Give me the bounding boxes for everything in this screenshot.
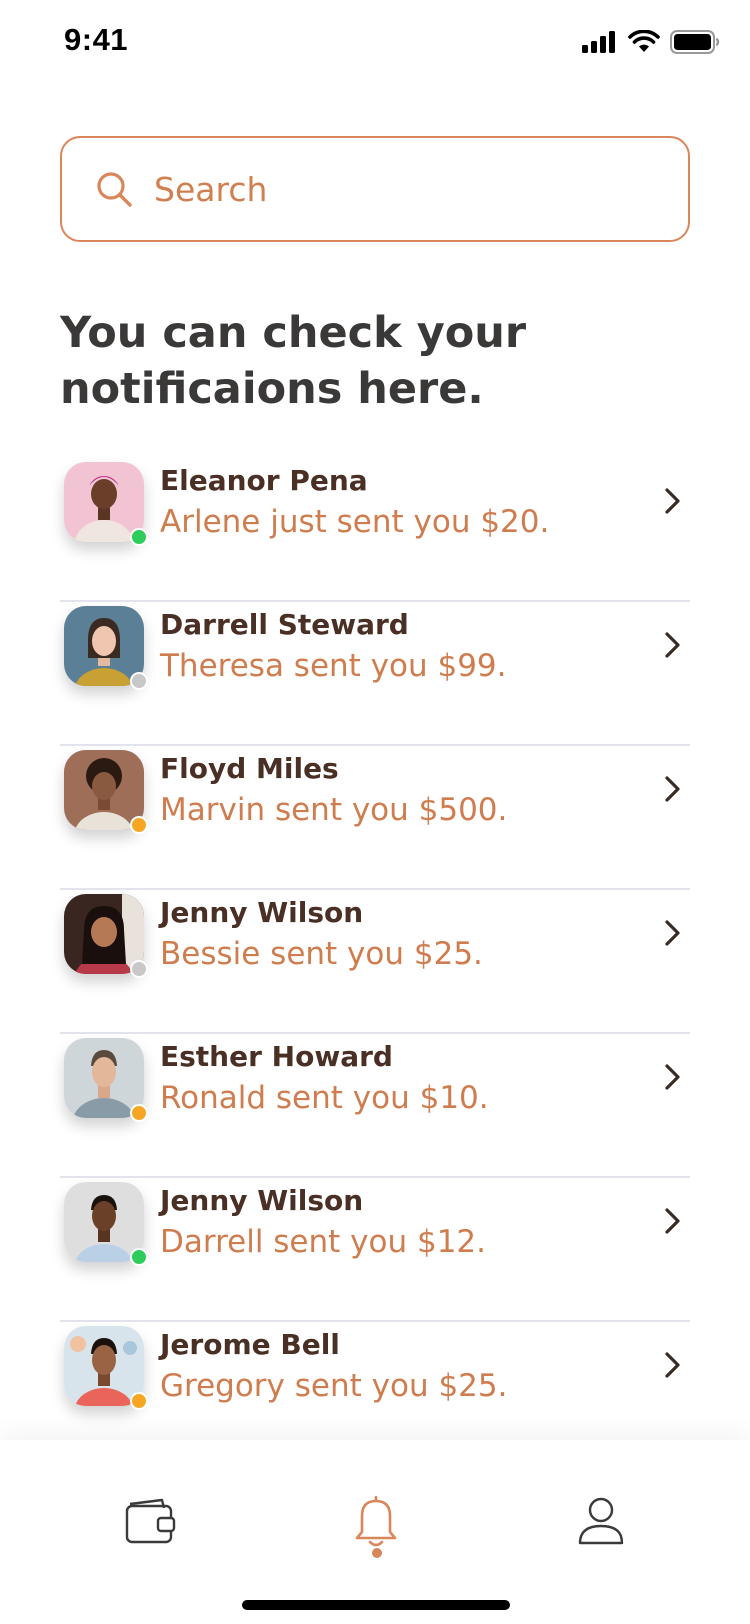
wallet-icon — [125, 1498, 176, 1544]
presence-indicator-offline — [130, 672, 148, 690]
sender-name: Darrell Steward — [160, 608, 409, 641]
avatar — [64, 750, 148, 834]
status-time: 9:41 — [64, 22, 129, 57]
sender-name: Jerome Bell — [160, 1328, 340, 1361]
notifications-screen: 9:41 You c — [0, 0, 750, 1624]
chevron-right-icon — [665, 1352, 680, 1378]
sender-name: Floyd Miles — [160, 752, 339, 785]
notification-message: Arlene just sent you $20. — [160, 504, 550, 540]
cellular-signal-icon — [582, 31, 615, 53]
chevron-right-icon — [665, 1064, 680, 1090]
notification-list: Eleanor Pena Arlene just sent you $20. D… — [60, 458, 690, 1466]
presence-indicator-offline — [130, 960, 148, 978]
chevron-right-icon — [665, 1208, 680, 1234]
chevron-right-icon — [665, 776, 680, 802]
chevron-right-icon — [665, 920, 680, 946]
battery-icon — [670, 30, 720, 54]
notification-message: Darrell sent you $12. — [160, 1224, 486, 1260]
avatar — [64, 606, 148, 690]
avatar — [64, 1182, 148, 1266]
notification-item[interactable]: Jenny Wilson Darrell sent you $12. — [60, 1178, 690, 1322]
avatar — [64, 894, 148, 978]
notification-message: Ronald sent you $10. — [160, 1080, 489, 1116]
tab-profile[interactable] — [566, 1486, 636, 1556]
status-bar: 9:41 — [0, 0, 750, 92]
notification-message: Gregory sent you $25. — [160, 1368, 508, 1404]
bell-icon — [355, 1495, 397, 1547]
presence-indicator-online — [130, 1248, 148, 1266]
presence-indicator-online — [130, 528, 148, 546]
tab-notifications[interactable] — [341, 1486, 411, 1556]
sender-name: Eleanor Pena — [160, 464, 368, 497]
tab-bar — [0, 1440, 750, 1624]
search-icon — [97, 172, 132, 207]
search-input[interactable] — [154, 169, 634, 209]
user-icon — [578, 1497, 624, 1545]
avatar — [64, 1038, 148, 1122]
active-tab-indicator — [372, 1548, 382, 1558]
notification-item[interactable]: Jenny Wilson Bessie sent you $25. — [60, 890, 690, 1034]
notification-item[interactable]: Darrell Steward Theresa sent you $99. — [60, 602, 690, 746]
avatar — [64, 1326, 148, 1410]
status-icons — [582, 30, 720, 54]
notification-item[interactable]: Esther Howard Ronald sent you $10. — [60, 1034, 690, 1178]
wifi-icon — [628, 30, 660, 52]
notification-message: Bessie sent you $25. — [160, 936, 483, 972]
notification-item[interactable]: Eleanor Pena Arlene just sent you $20. — [60, 458, 690, 602]
chevron-right-icon — [665, 488, 680, 514]
page-title: You can check your notificaions here. — [60, 308, 527, 414]
home-indicator[interactable] — [242, 1600, 510, 1610]
sender-name: Jenny Wilson — [160, 896, 364, 929]
notification-message: Marvin sent you $500. — [160, 792, 508, 828]
presence-indicator-away — [130, 816, 148, 834]
sender-name: Jenny Wilson — [160, 1184, 364, 1217]
tab-wallet[interactable] — [116, 1486, 186, 1556]
notification-item[interactable]: Floyd Miles Marvin sent you $500. — [60, 746, 690, 890]
search-bar[interactable] — [60, 136, 690, 242]
sender-name: Esther Howard — [160, 1040, 393, 1073]
notification-message: Theresa sent you $99. — [160, 648, 507, 684]
avatar — [64, 462, 148, 546]
presence-indicator-away — [130, 1392, 148, 1410]
chevron-right-icon — [665, 632, 680, 658]
presence-indicator-away — [130, 1104, 148, 1122]
